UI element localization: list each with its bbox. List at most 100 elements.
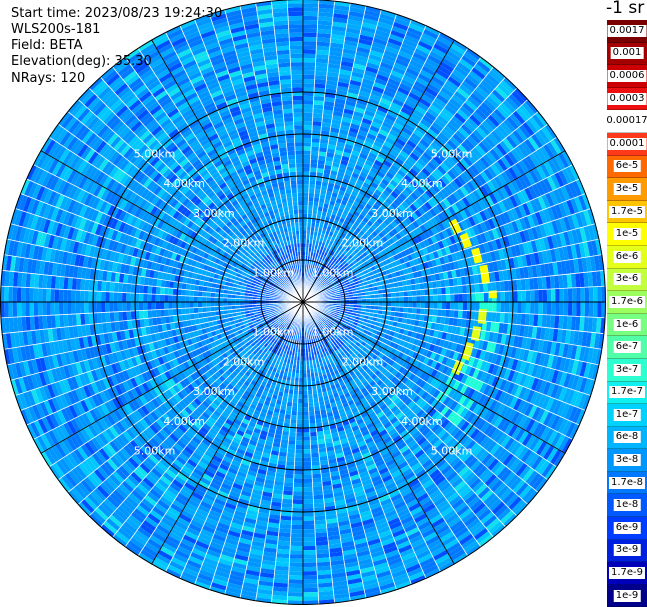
range-gate-cell — [303, 150, 311, 155]
range-gate-cell — [597, 286, 602, 302]
range-gate-cell — [313, 100, 325, 106]
range-gate-cell — [303, 0, 319, 4]
range-gate-cell — [420, 295, 426, 302]
range-gate-cell — [453, 309, 459, 319]
range-gate-cell — [588, 286, 594, 302]
range-gate-cell — [288, 570, 303, 576]
range-gate-cell — [482, 282, 488, 293]
range-gate-cell — [310, 154, 319, 160]
range-gate-cell — [395, 306, 400, 313]
range-gate-cell — [433, 294, 438, 302]
range-gate-cell — [487, 311, 493, 322]
range-gate-cell — [303, 587, 319, 593]
range-gate-cell — [504, 291, 510, 302]
range-gate-cell — [282, 494, 293, 500]
range-gate-cell — [312, 486, 323, 492]
range-gate-cell — [584, 287, 590, 302]
range-gate-cell — [303, 121, 313, 126]
range-gate-cell — [462, 310, 467, 320]
range-gate-cell — [499, 280, 505, 292]
range-gate-cell — [298, 377, 303, 382]
range-gate-cell — [441, 302, 447, 310]
range-gate-cell — [308, 188, 315, 194]
range-gate-cell — [500, 291, 505, 302]
range-gate-cell — [297, 402, 303, 408]
range-gate-cell — [282, 490, 294, 496]
range-gate-cell — [436, 309, 442, 317]
range-gate-cell — [412, 296, 417, 302]
range-gate-cell — [288, 583, 303, 589]
range-gate-cell — [445, 294, 451, 302]
range-gate-cell — [462, 293, 468, 302]
range-gate-cell — [290, 419, 297, 424]
range-gate-cell — [310, 146, 320, 152]
range-gate-cell — [288, 579, 303, 584]
range-gate-cell — [310, 452, 320, 458]
range-gate-cell — [295, 436, 303, 441]
range-gate-cell — [411, 313, 416, 320]
range-gate-cell — [303, 457, 312, 462]
range-gate-cell — [491, 311, 497, 323]
range-gate-cell — [429, 295, 434, 302]
range-gate-cell — [313, 104, 324, 110]
range-gate-cell — [303, 512, 315, 517]
range-gate-cell — [297, 394, 303, 399]
range-gate-cell — [303, 516, 315, 521]
range-gate-cell — [308, 196, 314, 202]
range-gate-cell — [567, 302, 573, 317]
range-gate-cell — [445, 302, 451, 310]
range-gate-cell — [284, 477, 294, 483]
range-gate-cell — [309, 171, 317, 177]
range-gate-cell — [303, 386, 308, 391]
range-gate-cell — [303, 524, 315, 530]
range-gate-cell — [284, 473, 294, 479]
range-gate-cell — [303, 541, 316, 547]
range-gate-cell — [399, 296, 404, 302]
range-gate-cell — [303, 129, 313, 134]
range-gate-cell — [315, 418, 323, 424]
range-gate-cell — [303, 112, 313, 118]
range-gate-cell — [303, 226, 307, 231]
range-gate-cell — [303, 533, 316, 538]
range-gate-cell — [297, 407, 303, 412]
range-gate-cell — [303, 432, 311, 437]
range-gate-cell — [428, 288, 434, 296]
range-gate-cell — [303, 41, 317, 46]
range-gate-cell — [521, 290, 527, 302]
range-gate-cell — [597, 302, 602, 318]
range-gate-cell — [311, 142, 320, 148]
range-gate-cell — [281, 502, 293, 508]
range-gate-cell — [441, 309, 446, 317]
range-gate-cell — [287, 587, 303, 593]
range-gate-cell — [374, 302, 379, 306]
range-gate-cell — [303, 377, 308, 382]
range-gate-cell — [312, 108, 324, 114]
range-gate-cell — [315, 180, 323, 186]
range-gate-cell — [310, 435, 318, 441]
range-gate-cell — [450, 294, 455, 302]
range-gate-cell — [478, 283, 484, 293]
range-gate-cell — [296, 415, 303, 420]
range-gate-cell — [378, 297, 383, 302]
range-gate-cell — [449, 309, 455, 318]
range-gate-cell — [288, 575, 303, 580]
range-gate-cell — [529, 302, 535, 315]
range-gate-cell — [303, 28, 318, 34]
range-gate-cell — [378, 302, 383, 307]
range-gate-cell — [457, 285, 463, 294]
range-gate-cell — [303, 66, 316, 71]
range-gate-cell — [303, 24, 318, 29]
range-gate-cell — [310, 150, 319, 156]
range-gate-cell — [411, 307, 417, 314]
range-gate-cell — [303, 549, 317, 555]
range-gate-cell — [415, 283, 421, 291]
range-gate-cell — [313, 96, 325, 102]
range-gate-cell — [303, 558, 317, 563]
range-gate-cell — [550, 302, 556, 316]
range-gate-cell — [513, 290, 518, 302]
range-gate-cell — [474, 283, 480, 293]
range-gate-cell — [291, 406, 298, 412]
range-gate-cell — [538, 302, 543, 315]
range-gate-cell — [458, 302, 463, 311]
range-gate-cell — [374, 298, 379, 302]
